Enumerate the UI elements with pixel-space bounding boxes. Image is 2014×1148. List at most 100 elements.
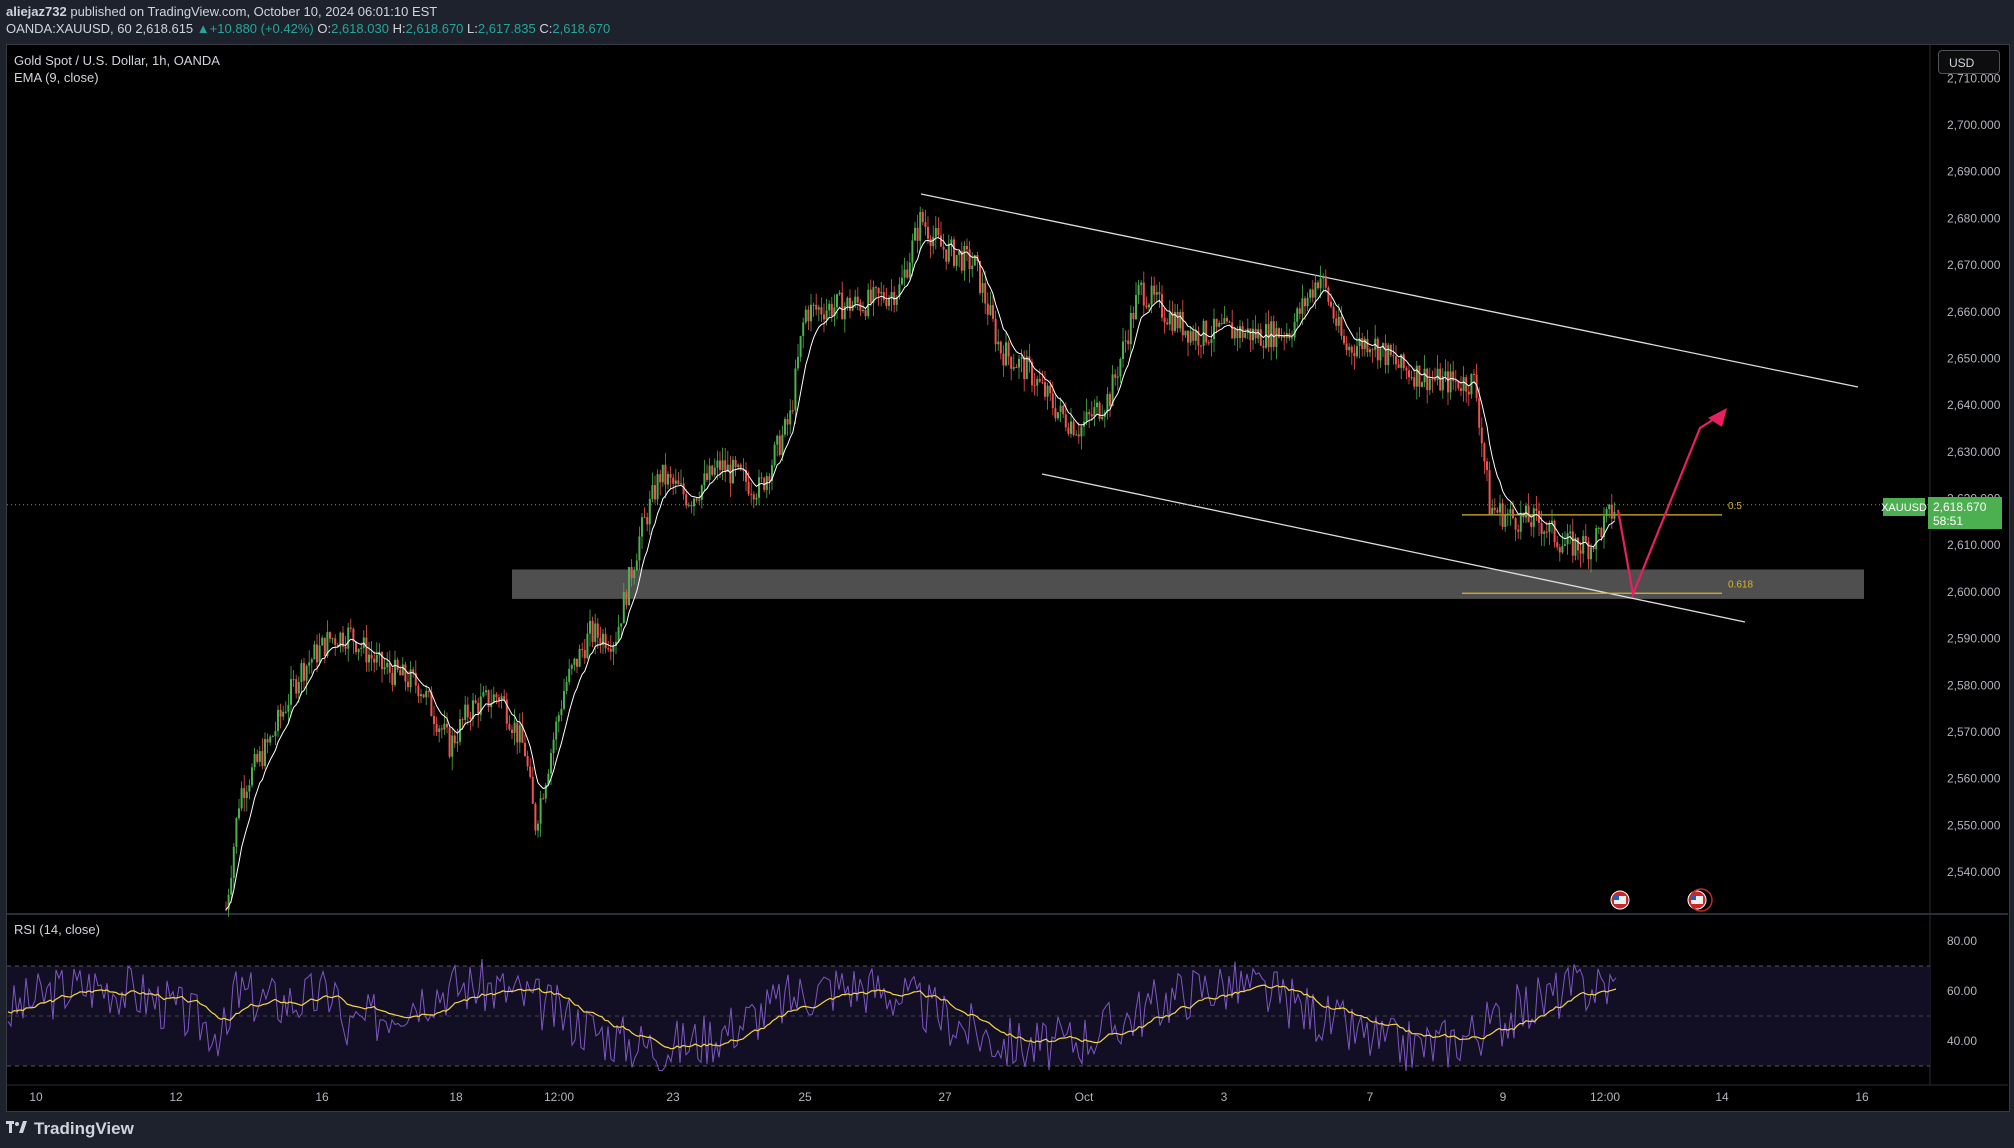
candle-body [693,498,695,507]
candle-body [578,648,581,667]
candle-body [235,818,238,847]
candle-body [1418,365,1421,387]
candle-body [1179,311,1182,329]
candle-body [1353,352,1356,357]
candle-body [807,309,810,322]
candle-body [560,708,563,716]
candle-body [1072,421,1075,435]
candle-body [1428,378,1431,391]
candle-body [929,238,932,247]
candle-body [791,410,794,412]
candle-body [1291,337,1293,339]
candle-body [1163,317,1166,323]
candle-body [1322,276,1325,279]
candle-body [797,356,799,369]
rsi-axis[interactable]: 80.00 60.00 40.00 [1947,934,1977,1048]
candle-body [1184,330,1187,336]
price-axis-label: 2,700.000 [1947,118,2001,132]
candle-body [1088,412,1091,415]
candle-body [1293,321,1296,338]
support-zone[interactable] [512,569,1864,599]
candle-body [245,791,248,799]
candle-body [781,434,784,456]
candle-body [417,685,420,697]
channel-upper-trendline[interactable] [920,193,1859,388]
currency-button[interactable]: USD [1938,50,2000,74]
candle-body [440,728,443,730]
candle-body [422,694,425,698]
candle-body [591,620,594,642]
time-axis-label: 9 [1500,1090,1507,1104]
candle-body [719,460,721,470]
candle-body [508,723,511,730]
candle-body [778,435,781,456]
candle-body [253,754,256,768]
price-axis[interactable]: 2,710.0002,700.0002,690.0002,680.0002,67… [1947,71,2001,879]
candle-body [456,741,459,744]
candle-body [399,669,402,676]
candle-body [789,410,792,425]
candle-body [388,662,391,673]
candle-body [817,307,820,310]
candle-body [269,736,272,743]
channel-lower-trendline[interactable] [1041,473,1746,623]
us-flag-event-icon[interactable] [1687,888,1713,912]
time-axis-label: 12:00 [1590,1090,1620,1104]
candle-body [386,662,389,668]
price-axis-label: 2,690.000 [1947,165,2001,179]
projection-arrow[interactable] [1616,413,1723,598]
candle-body [622,592,625,624]
candle-body [570,664,573,669]
candle-body [1449,371,1452,393]
time-axis[interactable]: 10 12 16 18 12:00 23 25 27 Oct 3 7 9 12:00 14 16 [29,1090,1869,1104]
candle-body [703,473,706,486]
candle-body [1101,416,1104,419]
candle-body [407,681,409,688]
candle-body [1545,531,1548,533]
candle-body [1530,522,1533,527]
candle-body [760,477,763,479]
time-axis-label: 18 [449,1090,463,1104]
price-axis-label: 2,610.000 [1947,538,2001,552]
candle-body [680,483,682,485]
candle-body [274,731,277,737]
time-axis-label: 10 [29,1090,43,1104]
candle-body [1600,527,1603,538]
candle-body [729,464,732,484]
candle-body [313,644,316,660]
candle-body [794,368,797,411]
candle-body [1210,339,1213,344]
instrument-title[interactable]: Gold Spot / U.S. Dollar, 1h, OANDA [14,52,220,69]
candle-body [1363,338,1366,350]
candle-body [1153,285,1156,295]
candle-body [347,627,350,649]
candle-body [1379,347,1382,361]
candle-body [573,658,576,665]
us-flag-event-icon[interactable] [1610,890,1630,910]
candle-body [1431,378,1434,380]
candle-body [607,648,610,650]
price-chart-svg[interactable]: 0.50.618 2,710.0002,700.0002,690.0002,68… [0,0,2014,1148]
candle-body [1343,335,1345,344]
candle-body [1231,322,1234,339]
candle-body [539,798,542,824]
candle-body [420,694,422,697]
candle-body [1540,522,1543,534]
candle-body [812,304,815,306]
rsi-legend[interactable]: RSI (14, close) [14,922,100,937]
candle-body [984,283,987,304]
candle-body [664,464,667,485]
candle-body [1249,328,1252,341]
candle-body [555,721,558,740]
candle-body [674,480,677,484]
candle-body [630,567,633,579]
candle-body [1168,312,1171,325]
ema-legend[interactable]: EMA (9, close) [14,69,220,86]
candle-body [638,536,641,561]
candle-body [1361,338,1364,350]
candle-body [1098,402,1101,419]
candle-body [997,341,1000,345]
candle-body [1218,323,1221,327]
fib-level-label: 0.618 [1728,579,1753,590]
candle-body [1161,294,1163,318]
